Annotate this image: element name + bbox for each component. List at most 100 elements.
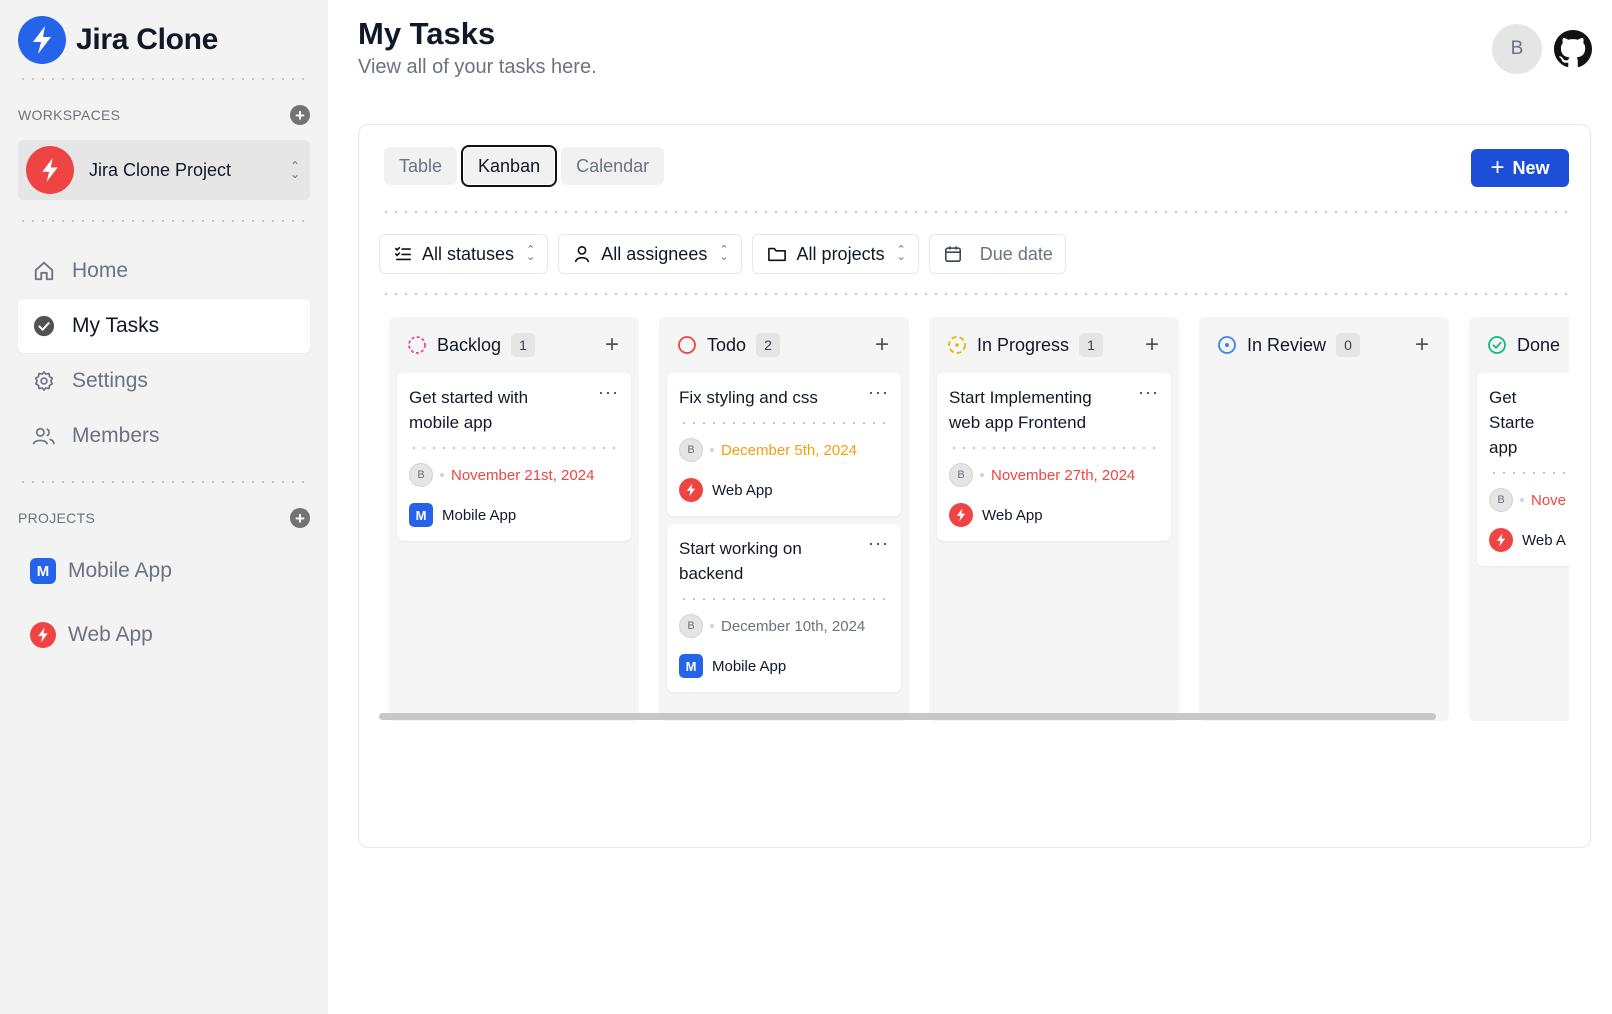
status-filter[interactable]: All statuses ⌃ ⌄: [379, 234, 549, 274]
project-lightning-icon: [679, 478, 703, 502]
column-title: Todo: [707, 334, 747, 355]
check-circle-icon: [32, 314, 56, 338]
divider: [679, 422, 889, 424]
brand-name: Jira Clone: [76, 23, 219, 56]
task-due-date: November 21st, 2024: [451, 466, 595, 484]
tab-kanban[interactable]: Kanban: [461, 145, 558, 187]
chevron-updown-icon: ⌃ ⌄: [526, 244, 536, 263]
due-date-filter[interactable]: Due date: [928, 234, 1066, 274]
board-horizontal-scrollbar[interactable]: [379, 713, 1436, 720]
workspace-name: Jira Clone Project: [89, 159, 232, 180]
new-task-label: New: [1512, 157, 1550, 178]
sidebar-item-settings[interactable]: Settings: [18, 354, 310, 408]
github-icon[interactable]: [1554, 30, 1592, 68]
status-filter-label: All statuses: [422, 243, 515, 264]
task-name: Start Implementing web app Frontend: [949, 388, 1092, 432]
workspace-switcher[interactable]: Jira Clone Project ⌃ ⌄: [18, 140, 310, 200]
plus-icon: +: [1490, 154, 1505, 181]
tasks-card: Table Kanban Calendar + New All statuses…: [358, 124, 1591, 848]
assignee-filter-label: All assignees: [601, 243, 708, 264]
sidebar: Jira Clone WORKSPACES + Jira Clone Proje…: [0, 0, 328, 1014]
task-card[interactable]: Start working on backend ··· B December …: [667, 524, 901, 692]
done-status-icon: [1488, 336, 1506, 354]
sidebar-item-members[interactable]: Members: [18, 409, 310, 463]
project-avatar: M: [679, 654, 703, 678]
add-task-icon[interactable]: +: [605, 331, 619, 359]
project-label: Mobile App: [68, 559, 172, 582]
new-task-button[interactable]: + New: [1471, 149, 1569, 187]
dot-separator: [710, 448, 714, 452]
task-card[interactable]: Fix styling and css ··· B December 5th, …: [667, 373, 901, 516]
page-title: My Tasks: [358, 16, 496, 51]
gear-icon: [32, 369, 56, 393]
sidebar-item-label: Home: [72, 259, 129, 282]
home-icon: [32, 259, 56, 283]
more-options-icon[interactable]: ···: [868, 534, 889, 552]
task-card[interactable]: Start Implementing web app Frontend ··· …: [937, 373, 1171, 541]
due-date-filter-label: Due date: [979, 243, 1053, 264]
project-filter[interactable]: All projects ⌃ ⌄: [751, 234, 919, 274]
sidebar-item-label: Members: [72, 424, 160, 447]
column-count: 2: [756, 333, 781, 357]
task-name: Get started with mobile app: [409, 388, 529, 432]
sidebar-item-label: My Tasks: [72, 314, 160, 337]
assignee-avatar: B: [679, 438, 703, 462]
add-project-icon[interactable]: +: [290, 508, 310, 528]
add-workspace-icon[interactable]: +: [290, 105, 310, 125]
dot-separator: [710, 624, 714, 628]
sidebar-project-web-app[interactable]: Web App: [18, 603, 310, 667]
column-title: In Review: [1247, 334, 1327, 355]
kanban-column-backlog: Backlog 1 + Get started with mobile app …: [389, 317, 639, 721]
task-due-date: November 27th, 2024: [991, 466, 1136, 484]
project-avatar: M: [30, 558, 56, 584]
list-check-icon: [394, 245, 412, 263]
user-icon: [573, 245, 591, 263]
folder-icon: [767, 245, 787, 263]
add-task-icon[interactable]: +: [1415, 331, 1429, 359]
add-task-icon[interactable]: +: [875, 331, 889, 359]
column-count: 0: [1336, 333, 1361, 357]
task-name: Start working on backend: [679, 539, 802, 583]
more-options-icon[interactable]: ···: [868, 383, 889, 401]
tab-table[interactable]: Table: [384, 147, 458, 185]
projects-title: PROJECTS: [18, 510, 96, 526]
column-title: In Progress: [977, 334, 1070, 355]
calendar-icon: [944, 245, 962, 263]
users-icon: [32, 424, 56, 448]
add-task-icon[interactable]: +: [1145, 331, 1159, 359]
kanban-board: Backlog 1 + Get started with mobile app …: [389, 317, 1569, 721]
dot-separator: [1520, 498, 1524, 502]
task-project: Mobile App: [712, 657, 787, 675]
sidebar-item-label: Settings: [72, 369, 148, 392]
sidebar-item-my-tasks[interactable]: My Tasks: [18, 299, 310, 353]
task-name: Fix styling and css: [679, 388, 818, 407]
task-card[interactable]: Get Starte app B Nove Web A: [1477, 373, 1569, 566]
column-title: Done: [1517, 334, 1561, 355]
lightning-logo-icon: [18, 16, 66, 64]
project-lightning-icon: [30, 622, 56, 648]
assignee-avatar: B: [409, 463, 433, 487]
tab-calendar[interactable]: Calendar: [561, 147, 665, 185]
kanban-column-in-progress: In Progress 1 + Start Implementing web a…: [929, 317, 1179, 721]
project-avatar: M: [409, 503, 433, 527]
divider: [18, 481, 310, 483]
sidebar-project-mobile-app[interactable]: M Mobile App: [18, 539, 310, 603]
sidebar-item-home[interactable]: Home: [18, 244, 310, 298]
sidebar-nav: Home My Tasks Settings Members: [18, 244, 310, 463]
assignee-avatar: B: [679, 614, 703, 638]
assignee-filter[interactable]: All assignees ⌃ ⌄: [558, 234, 742, 274]
chevron-updown-icon: ⌃ ⌄: [289, 159, 300, 181]
kanban-column-todo: Todo 2 + Fix styling and css ··· B Decem…: [659, 317, 909, 721]
task-project: Web App: [712, 481, 773, 499]
brand[interactable]: Jira Clone: [18, 0, 310, 78]
divider: [381, 293, 1568, 295]
user-avatar[interactable]: B: [1492, 24, 1542, 74]
project-lightning-icon: [949, 503, 973, 527]
more-options-icon[interactable]: ···: [598, 383, 619, 401]
task-card[interactable]: Get started with mobile app ··· B Novemb…: [397, 373, 631, 541]
chevron-updown-icon: ⌃ ⌄: [719, 244, 729, 263]
projects-header: PROJECTS +: [18, 497, 310, 539]
dot-separator: [980, 473, 984, 477]
view-tabs: Table Kanban Calendar: [384, 145, 670, 187]
more-options-icon[interactable]: ···: [1138, 383, 1159, 401]
